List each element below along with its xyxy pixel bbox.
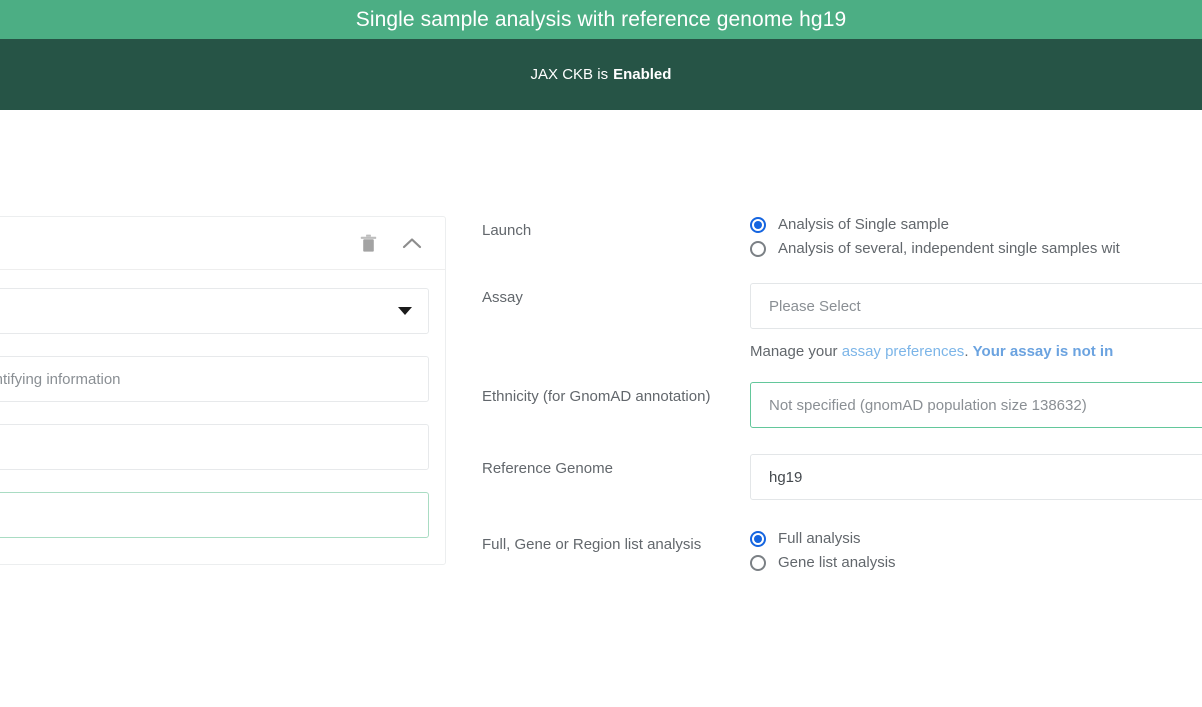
analysis-scope-option-full[interactable]: Full analysis <box>750 530 1202 547</box>
status-prefix: JAX CKB is <box>530 66 609 83</box>
sample-card-fourth-row <box>0 492 429 538</box>
assay-label: Assay <box>482 289 523 306</box>
reference-genome-select[interactable]: hg19 <box>750 454 1202 500</box>
spacer-reference-genome <box>482 500 1202 530</box>
trash-icon[interactable] <box>357 232 379 254</box>
analysis-scope-label: Full, Gene or Region list analysis <box>482 536 702 553</box>
chevron-down-icon <box>398 307 412 315</box>
sample-type-select[interactable] <box>0 288 429 334</box>
analysis-scope-option-full-label: Full analysis <box>778 530 861 547</box>
spacer-assay <box>482 360 1202 382</box>
radio-icon-unselected[interactable] <box>750 240 766 257</box>
sample-card-third-row <box>0 424 429 470</box>
launch-label: Launch <box>482 222 532 239</box>
launch-option-several-label: Analysis of several, independent single … <box>778 240 1120 257</box>
ethnicity-label: Ethnicity (for GnomAD annotation) <box>482 388 711 405</box>
form-row-ethnicity: Ethnicity (for GnomAD annotation) Not sp… <box>482 382 1202 428</box>
assay-select[interactable]: Please Select <box>750 283 1202 329</box>
analysis-scope-option-gene-list-label: Gene list analysis <box>778 554 896 571</box>
content-area: ept names or other personally identifyin… <box>0 110 1202 707</box>
launch-radio-group: Analysis of Single sample Analysis of se… <box>750 216 1202 257</box>
status-bar: JAX CKB is Enabled <box>0 39 1202 110</box>
ethnicity-select[interactable]: Not specified (gnomAD population size 13… <box>750 382 1202 428</box>
page-title-bar: Single sample analysis with reference ge… <box>0 0 1202 39</box>
radio-icon-unselected[interactable] <box>750 554 766 571</box>
sample-card-toolbar <box>0 217 445 270</box>
reference-genome-value: hg19 <box>769 468 803 486</box>
sample-card-body: ept names or other personally identifyin… <box>0 270 445 564</box>
assay-preferences-link[interactable]: assay preferences <box>842 343 965 360</box>
assay-select-value: Please Select <box>769 297 861 315</box>
launch-option-several[interactable]: Analysis of several, independent single … <box>750 240 1202 257</box>
ethnicity-select-value: Not specified (gnomAD population size 13… <box>769 396 1087 414</box>
sample-card-name-row: ept names or other personally identifyin… <box>0 356 429 402</box>
assay-helper-middle: . <box>964 343 973 360</box>
reference-genome-label: Reference Genome <box>482 460 613 477</box>
assay-helper-prefix: Manage your <box>750 343 842 360</box>
sample-name-input[interactable]: ept names or other personally identifyin… <box>0 356 429 402</box>
analysis-scope-radio-group: Full analysis Gene list analysis <box>750 530 1202 571</box>
assay-helper-text: Manage your assay preferences. Your assa… <box>750 343 1202 360</box>
form-row-analysis-scope: Full, Gene or Region list analysis Full … <box>482 530 1202 571</box>
launch-option-single[interactable]: Analysis of Single sample <box>750 216 1202 233</box>
status-badge: Enabled <box>613 66 672 83</box>
sample-third-input[interactable] <box>0 424 429 470</box>
radio-icon-selected[interactable] <box>750 530 766 547</box>
spacer-ethnicity <box>482 428 1202 454</box>
form-row-reference-genome: Reference Genome hg19 <box>482 454 1202 500</box>
radio-icon-selected[interactable] <box>750 216 766 233</box>
chevron-up-icon[interactable] <box>401 232 423 254</box>
sample-name-placeholder: ept names or other personally identifyin… <box>0 370 121 388</box>
analysis-settings-form: Launch Analysis of Single sample Analysi… <box>482 216 1202 571</box>
page-title: Single sample analysis with reference ge… <box>355 7 847 31</box>
assay-warning-text: Your assay is not in <box>972 343 1114 360</box>
analysis-scope-option-gene-list[interactable]: Gene list analysis <box>750 554 1202 571</box>
launch-option-single-label: Analysis of Single sample <box>778 216 949 233</box>
sample-card: ept names or other personally identifyin… <box>0 216 446 565</box>
form-row-launch: Launch Analysis of Single sample Analysi… <box>482 216 1202 257</box>
form-row-assay: Assay Please Select Manage your assay pr… <box>482 283 1202 360</box>
app-root: Single sample analysis with reference ge… <box>0 0 1202 707</box>
sample-fourth-input[interactable] <box>0 492 429 538</box>
spacer-launch <box>482 257 1202 283</box>
sample-card-select-row <box>0 288 429 334</box>
